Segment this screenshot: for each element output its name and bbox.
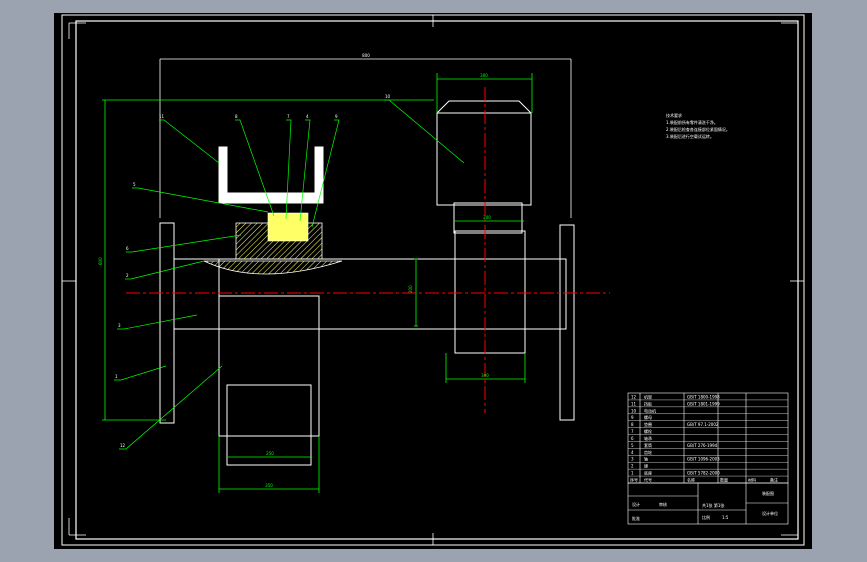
parts-row-no: 11 (631, 401, 637, 406)
title-checker: 审核 (659, 501, 667, 507)
parts-row-name: 轴承 (644, 435, 652, 441)
parts-row-name: 挡板 (644, 400, 652, 406)
title-company: 设计单位 (762, 510, 778, 516)
balloon-1: 1 (115, 374, 118, 379)
parts-row-name: 电动机 (644, 407, 656, 413)
title-scale-label: 比例 (702, 514, 710, 520)
parts-row-std: GB/T 276-1994 (687, 443, 718, 448)
parts-row-name: 螺栓 (644, 428, 652, 434)
parts-header-cell: 备注 (770, 477, 778, 483)
balloon-5: 5 (133, 182, 136, 187)
overall-width-label: 800 (362, 53, 370, 58)
parts-row-no: 3 (631, 457, 634, 462)
parts-header-cell: 代号 (644, 477, 652, 483)
parts-row-name: 齿轮 (644, 449, 652, 455)
parts-row-no: 2 (631, 464, 634, 469)
parts-row-no: 5 (631, 443, 634, 448)
balloon-12: 12 (120, 443, 126, 448)
tech-req-1: 1.装配前所有零件清洗干净。 (666, 119, 718, 125)
balloon-11: 11 (159, 114, 165, 119)
balloon-7: 7 (287, 114, 290, 119)
right-flange (524, 224, 575, 421)
tech-req-3: 3.装配后进行空载试运转。 (666, 133, 714, 139)
parts-row-no: 1 (631, 471, 634, 476)
parts-row-std: GB/T 1800-1998 (687, 394, 720, 399)
cad-viewport[interactable]: 800 600 250 350 300 200 200 11 8 7 4 9 5… (54, 13, 812, 549)
parts-row-name: 机架 (644, 393, 652, 399)
parts-row-name: 轴 (644, 456, 648, 462)
bolt-group (267, 212, 309, 242)
balloon-4b: 4 (306, 114, 309, 119)
balloon-9: 9 (335, 114, 338, 119)
motor-width-label: 300 (480, 73, 488, 78)
parts-row-no: 8 (631, 422, 634, 427)
title-scale: 1:5 (722, 515, 729, 520)
motor-dims (414, 73, 533, 383)
parts-row-no: 12 (631, 394, 637, 399)
sheet-border-outer (61, 14, 805, 546)
balloon-10: 10 (385, 94, 391, 99)
parts-row-name: 键 (644, 463, 648, 469)
parts-row-std: GB/T 97.1-2002 (687, 422, 719, 427)
leg-outer-label: 350 (265, 483, 273, 488)
balloon-6: 6 (126, 246, 129, 251)
parts-row-no: 7 (631, 429, 634, 434)
parts-row-name: 底座 (644, 470, 652, 476)
tech-req-2: 2.装配后检查各连接部位紧固情况。 (666, 126, 730, 132)
overall-height-dim (102, 99, 434, 421)
balloon-3: 3 (118, 323, 121, 328)
parts-header-cell: 数量 (720, 477, 728, 483)
parts-row-name: 垫圈 (644, 421, 652, 427)
balloon-2: 2 (126, 273, 129, 278)
parts-row-name: 套筒 (644, 442, 652, 448)
u-bracket (218, 146, 324, 204)
parts-rows: 12 机架 GB/T 1800-199811 挡板 GB/T 1801-199910 电动… (628, 393, 788, 483)
parts-list (627, 392, 789, 484)
overall-height-label: 600 (98, 257, 103, 265)
parts-row-no: 9 (631, 415, 634, 420)
gear-sector (203, 260, 343, 275)
center-offset-label: 200 (408, 285, 413, 293)
parts-row-no: 6 (631, 436, 634, 441)
parts-row-no: 4 (631, 450, 634, 455)
title-designer: 设计 (632, 501, 640, 507)
centering-marks (62, 15, 804, 545)
parts-header-cell: 序号 (630, 477, 638, 483)
title-approver: 批准 (632, 515, 640, 521)
leg-inner-label: 250 (266, 451, 274, 456)
motor-body (436, 100, 532, 206)
title-drawing-name: 装配图 (762, 490, 774, 496)
parts-row-name: 螺母 (644, 414, 652, 420)
title-sheet: 共1张 第1张 (702, 502, 724, 508)
balloon-8: 8 (235, 114, 238, 119)
motor-neck-label: 200 (483, 215, 491, 220)
tech-req-title: 技术要求 (666, 112, 682, 118)
parts-header-cell: 名称 (687, 477, 695, 483)
parts-row-std: GB/T 5782-2000 (687, 471, 720, 476)
gearbox-housing (454, 230, 526, 354)
centerlines (126, 87, 610, 413)
parts-row-no: 10 (631, 408, 637, 413)
leader-lines (114, 99, 465, 450)
parts-row-std: GB/T 1801-1999 (687, 401, 720, 406)
parts-row-std: GB/T 1096-2003 (687, 457, 720, 462)
technical-requirements: 技术要求 1.装配前所有零件清洗干净。 2.装配后检查各连接部位紧固情况。 3.… (666, 112, 730, 139)
parts-header-cell: 材料 (748, 477, 756, 483)
assembly-drawing: 800 600 250 350 300 200 200 11 8 7 4 9 5… (61, 14, 805, 546)
